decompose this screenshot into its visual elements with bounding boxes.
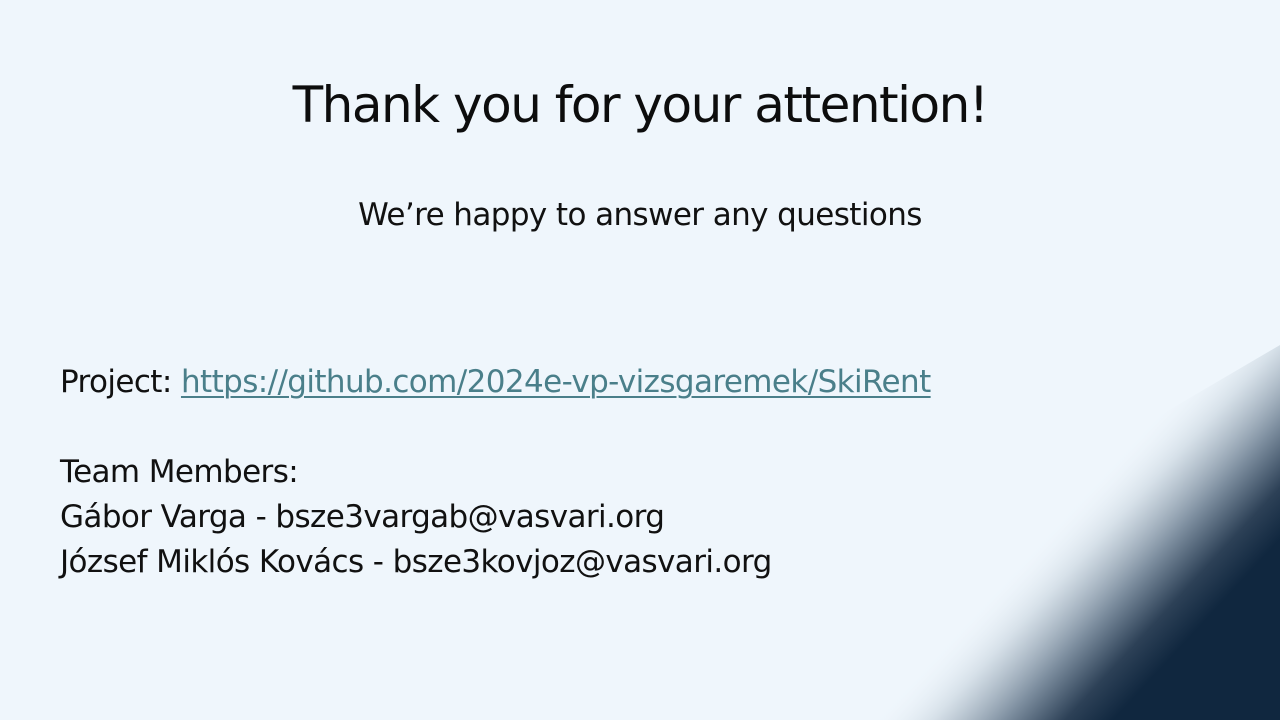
slide-subtitle: We’re happy to answer any questions bbox=[358, 197, 922, 233]
slide: Thank you for your attention! We’re happ… bbox=[0, 0, 1280, 720]
project-label: Project: bbox=[60, 364, 181, 400]
project-line: Project: https://github.com/2024e-vp-viz… bbox=[60, 360, 1060, 405]
team-heading: Team Members: bbox=[60, 454, 299, 490]
slide-title: Thank you for your attention! bbox=[292, 76, 989, 134]
slide-body: Project: https://github.com/2024e-vp-viz… bbox=[60, 360, 1060, 585]
project-link[interactable]: https://github.com/2024e-vp-vizsgaremek/… bbox=[181, 364, 931, 400]
team-member: József Miklós Kovács - bsze3kovjoz@vasva… bbox=[60, 544, 772, 580]
team-member: Gábor Varga - bsze3vargab@vasvari.org bbox=[60, 499, 665, 535]
